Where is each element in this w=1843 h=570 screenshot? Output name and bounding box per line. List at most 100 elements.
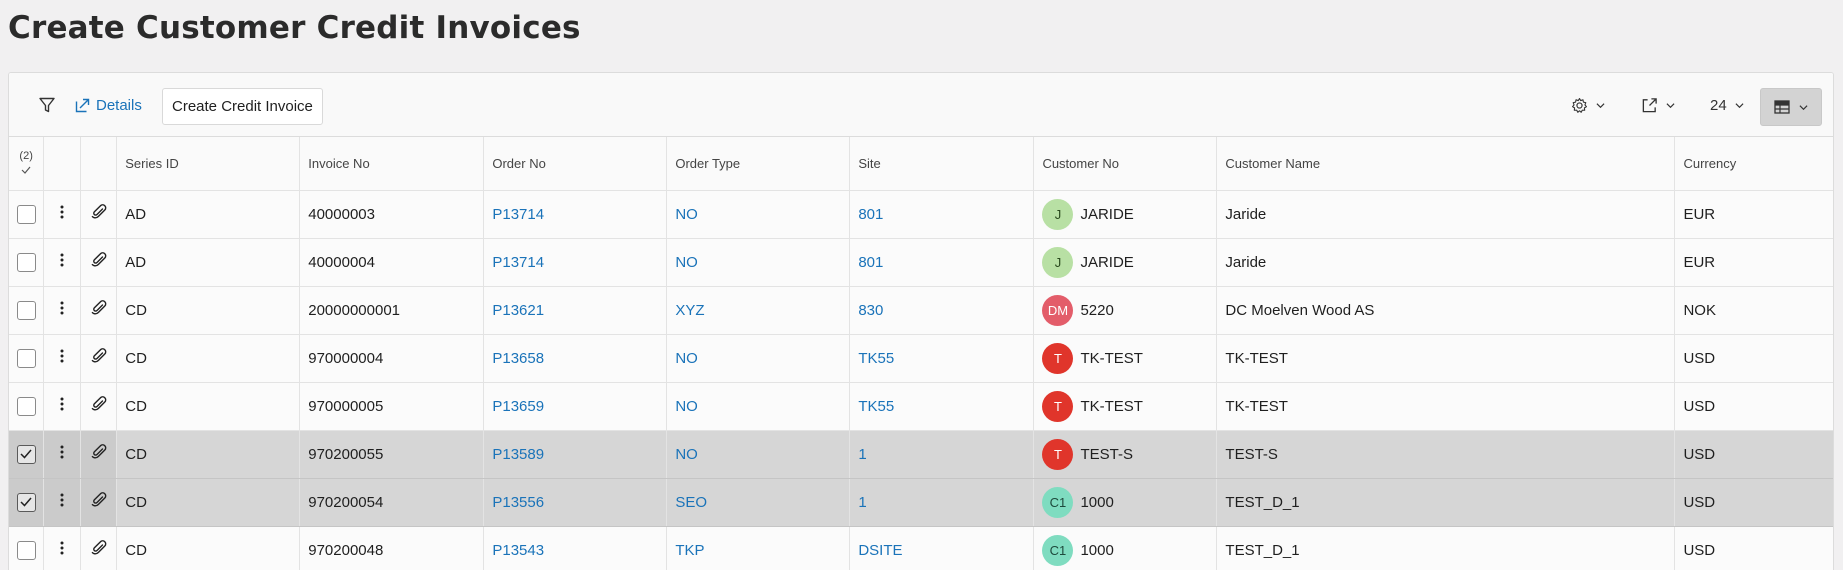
- row-checkbox[interactable]: [16, 300, 36, 320]
- more-vertical-icon: [60, 349, 64, 363]
- order-no-link[interactable]: P13543: [492, 542, 544, 559]
- row-menu-button[interactable]: [43, 430, 82, 479]
- attachment-button[interactable]: [80, 334, 118, 383]
- attachment-button[interactable]: [80, 286, 118, 335]
- site-link[interactable]: 1: [858, 494, 866, 511]
- row-menu-button[interactable]: [43, 286, 82, 335]
- column-header-order-no[interactable]: Order No: [483, 137, 668, 191]
- order-type-link[interactable]: NO: [675, 254, 698, 271]
- attachment-header: [80, 137, 118, 191]
- row-checkbox-cell: [9, 526, 45, 570]
- attachment-button[interactable]: [80, 382, 118, 431]
- site-link[interactable]: 1: [858, 446, 866, 463]
- row-checkbox[interactable]: [16, 540, 36, 560]
- row-menu-button[interactable]: [43, 334, 82, 383]
- order-no-link[interactable]: P13659: [492, 398, 544, 415]
- row-menu-button[interactable]: [43, 478, 82, 527]
- row-checkbox[interactable]: [16, 348, 36, 368]
- site-link[interactable]: 830: [858, 302, 883, 319]
- row-checkbox[interactable]: [16, 492, 36, 512]
- table-row[interactable]: CD 970000005 P13659 NO TK55 T TK-TEST TK…: [9, 382, 1833, 431]
- order-type-link[interactable]: NO: [675, 206, 698, 223]
- row-checkbox-cell: [9, 430, 45, 479]
- row-checkbox[interactable]: [16, 252, 36, 272]
- row-menu-button[interactable]: [43, 190, 82, 239]
- column-header-series-id[interactable]: Series ID: [116, 137, 301, 191]
- order-no-cell: P13659: [483, 382, 668, 431]
- export-menu-button[interactable]: [1641, 73, 1675, 137]
- row-checkbox-cell: [9, 334, 45, 383]
- table-row[interactable]: CD 970200054 P13556 SEO 1 C1 1000 TEST_D…: [9, 478, 1833, 527]
- attachment-button[interactable]: [80, 238, 118, 287]
- order-no-link[interactable]: P13621: [492, 302, 544, 319]
- order-no-link[interactable]: P13714: [492, 206, 544, 223]
- order-type-cell: NO: [666, 190, 851, 239]
- site-link[interactable]: TK55: [858, 398, 894, 415]
- order-type-link[interactable]: SEO: [675, 494, 707, 511]
- paperclip-icon: [91, 540, 107, 555]
- customer-name-cell: TK-TEST: [1216, 382, 1676, 431]
- customer-no-value: TK-TEST: [1080, 397, 1143, 415]
- column-header-order-type[interactable]: Order Type: [666, 137, 851, 191]
- order-type-cell: NO: [666, 382, 851, 431]
- paperclip-icon: [91, 444, 107, 459]
- select-all-header[interactable]: (2): [9, 137, 45, 191]
- view-mode-button[interactable]: [1760, 88, 1822, 126]
- order-no-link[interactable]: P13556: [492, 494, 544, 511]
- order-no-link[interactable]: P13589: [492, 446, 544, 463]
- site-link[interactable]: DSITE: [858, 542, 902, 559]
- customer-avatar: DM: [1042, 294, 1074, 326]
- column-header-customer-no[interactable]: Customer No: [1033, 137, 1218, 191]
- customer-name-cell: TK-TEST: [1216, 334, 1676, 383]
- order-type-link[interactable]: NO: [675, 398, 698, 415]
- paperclip-icon: [91, 348, 107, 363]
- order-no-link[interactable]: P13658: [492, 350, 544, 367]
- column-header-invoice-no[interactable]: Invoice No: [299, 137, 485, 191]
- export-icon: [1642, 97, 1657, 112]
- attachment-button[interactable]: [80, 430, 118, 479]
- more-vertical-icon: [60, 253, 64, 267]
- order-no-link[interactable]: P13714: [492, 254, 544, 271]
- details-button[interactable]: Details: [75, 73, 142, 137]
- row-menu-button[interactable]: [43, 382, 82, 431]
- row-menu-button[interactable]: [43, 238, 82, 287]
- settings-menu-button[interactable]: [1571, 73, 1605, 137]
- table-row[interactable]: CD 970200055 P13589 NO 1 T TEST-S TEST-S…: [9, 430, 1833, 479]
- table-row[interactable]: AD 40000003 P13714 NO 801 J JARIDE Jarid…: [9, 190, 1833, 239]
- row-menu-button[interactable]: [43, 526, 82, 570]
- page-title: Create Customer Credit Invoices: [8, 10, 581, 46]
- row-checkbox[interactable]: [16, 444, 36, 464]
- chevron-down-icon: [1666, 102, 1675, 108]
- attachment-button[interactable]: [80, 478, 118, 527]
- table-row[interactable]: CD 970200048 P13543 TKP DSITE C1 1000 TE…: [9, 526, 1833, 570]
- order-type-link[interactable]: TKP: [675, 542, 704, 559]
- create-credit-invoice-button[interactable]: Create Credit Invoice: [162, 88, 323, 125]
- row-checkbox[interactable]: [16, 204, 36, 224]
- attachment-button[interactable]: [80, 190, 118, 239]
- order-type-cell: NO: [666, 334, 851, 383]
- order-type-link[interactable]: XYZ: [675, 302, 704, 319]
- series-id-cell: CD: [116, 334, 301, 383]
- column-header-site[interactable]: Site: [849, 137, 1035, 191]
- filter-button[interactable]: [27, 73, 67, 137]
- customer-no-cell: T TEST-S: [1033, 430, 1218, 479]
- site-cell: 830: [849, 286, 1035, 335]
- site-cell: DSITE: [849, 526, 1035, 570]
- table-row[interactable]: AD 40000004 P13714 NO 801 J JARIDE Jarid…: [9, 238, 1833, 287]
- table-row[interactable]: CD 970000004 P13658 NO TK55 T TK-TEST TK…: [9, 334, 1833, 383]
- page-size-selector[interactable]: 24: [1710, 73, 1744, 137]
- order-type-cell: XYZ: [666, 286, 851, 335]
- order-type-link[interactable]: NO: [675, 446, 698, 463]
- customer-no-value: JARIDE: [1080, 205, 1134, 223]
- column-header-currency[interactable]: Currency: [1674, 137, 1833, 191]
- column-header-customer-name[interactable]: Customer Name: [1216, 137, 1676, 191]
- site-link[interactable]: 801: [858, 206, 883, 223]
- site-link[interactable]: TK55: [858, 350, 894, 367]
- row-checkbox[interactable]: [16, 396, 36, 416]
- table-row[interactable]: CD 20000000001 P13621 XYZ 830 DM 5220 DC…: [9, 286, 1833, 335]
- site-cell: 801: [849, 238, 1035, 287]
- site-link[interactable]: 801: [858, 254, 883, 271]
- attachment-button[interactable]: [80, 526, 118, 570]
- order-type-link[interactable]: NO: [675, 350, 698, 367]
- paperclip-icon: [91, 252, 107, 267]
